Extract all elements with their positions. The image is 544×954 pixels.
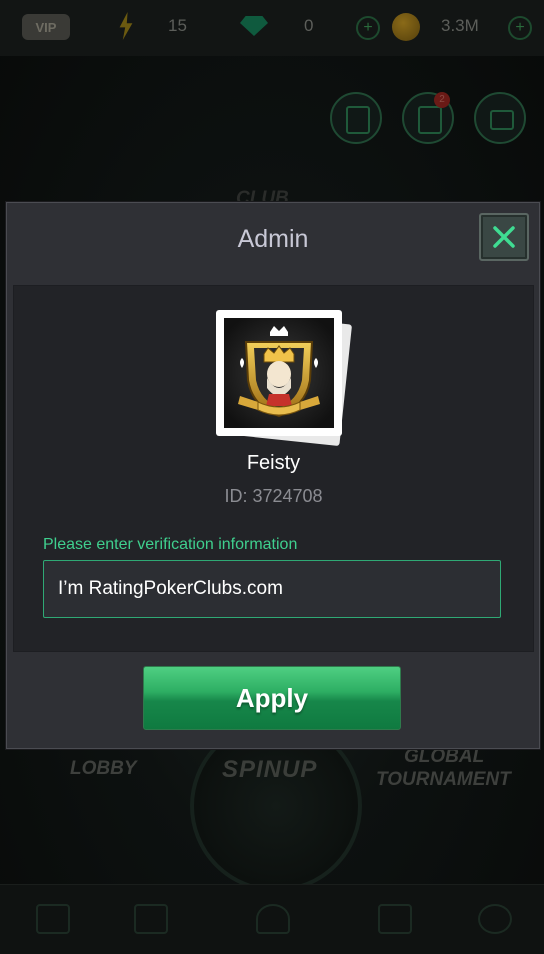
coin-icon bbox=[392, 13, 420, 41]
close-button[interactable] bbox=[479, 213, 529, 261]
dialog-content: Feisty ID: 3724708 Please enter verifica… bbox=[13, 285, 534, 652]
energy-icon bbox=[119, 12, 133, 40]
spade-home-icon[interactable] bbox=[256, 904, 290, 934]
gem-count: 0 bbox=[304, 16, 314, 35]
ranking-icon[interactable] bbox=[378, 904, 412, 934]
add-coins-button[interactable]: + bbox=[508, 16, 532, 40]
close-icon bbox=[493, 226, 515, 248]
player-id: ID: 3724708 bbox=[224, 486, 323, 506]
notification-badge: 2 bbox=[434, 92, 450, 108]
tasks-button[interactable] bbox=[330, 92, 382, 144]
verification-label: Please enter verification information bbox=[43, 536, 298, 553]
spinup-label: SPINUP bbox=[222, 756, 318, 783]
gem-icon bbox=[240, 16, 268, 36]
clipboard-icon bbox=[346, 106, 370, 134]
coin-count: 3.3M bbox=[441, 16, 479, 35]
top-status-bar: VIP 15 0 + 3.3M + bbox=[0, 0, 544, 56]
avatar bbox=[216, 310, 342, 436]
lobby-label[interactable]: LOBBY bbox=[70, 758, 137, 780]
tournament-label[interactable]: TOURNAMENT bbox=[376, 769, 511, 791]
global-label[interactable]: GLOBAL bbox=[404, 746, 484, 768]
vip-badge[interactable]: VIP bbox=[22, 14, 70, 40]
verification-input[interactable] bbox=[43, 560, 501, 618]
mail-icon bbox=[490, 110, 514, 130]
mail-button[interactable] bbox=[474, 92, 526, 144]
gift-icon[interactable] bbox=[134, 904, 168, 934]
dialog-title: Admin bbox=[237, 225, 309, 253]
ribbon-icon bbox=[418, 106, 442, 134]
player-name: Feisty bbox=[246, 452, 301, 474]
shop-icon[interactable] bbox=[36, 904, 70, 934]
energy-count: 15 bbox=[168, 16, 187, 35]
king-crest-icon bbox=[224, 318, 334, 428]
admin-dialog: Admin Feisty ID: 3724708 Please enter ve… bbox=[6, 202, 540, 749]
add-gems-button[interactable]: + bbox=[356, 16, 380, 40]
apply-button[interactable]: Apply bbox=[143, 666, 401, 730]
profile-icon[interactable] bbox=[478, 904, 512, 934]
